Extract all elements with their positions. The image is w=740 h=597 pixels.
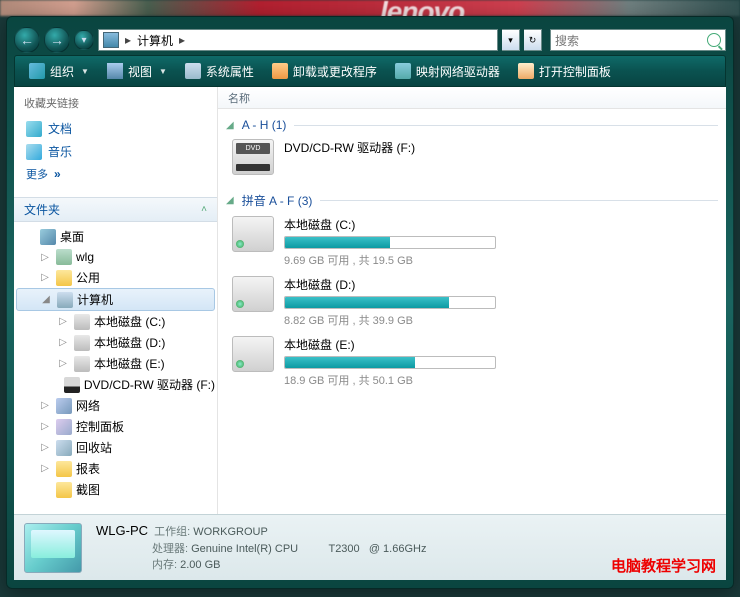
group-header-pinyin[interactable]: ◢拼音 A - F (3): [226, 189, 718, 212]
address-dropdown[interactable]: ▾: [502, 29, 520, 51]
favlink-more[interactable]: 更多»: [24, 163, 207, 185]
tree-recycle[interactable]: ▷回收站: [16, 437, 215, 458]
folders-header[interactable]: 文件夹˄: [14, 197, 217, 222]
details-name: WLG-PC: [96, 523, 148, 538]
capacity-bar: [284, 356, 496, 369]
history-dropdown[interactable]: ▾: [74, 30, 94, 50]
capacity-bar: [284, 236, 496, 249]
favlink-music[interactable]: 音乐: [24, 140, 207, 163]
disk-icon: [74, 356, 90, 372]
organize-button[interactable]: 组织▼: [21, 60, 97, 83]
favlinks-header: 收藏夹链接: [24, 95, 207, 111]
uninstall-icon: [272, 63, 288, 79]
tree-disk-e[interactable]: ▷本地磁盘 (E:): [16, 353, 215, 374]
dvd-icon: [64, 377, 80, 393]
tree-network[interactable]: ▷网络: [16, 395, 215, 416]
hdd-icon: [232, 336, 274, 372]
cpanel-icon: [56, 419, 72, 435]
user-icon: [56, 249, 72, 265]
favlink-docs[interactable]: 文档: [24, 117, 207, 140]
computer-large-icon: [24, 523, 82, 573]
drive-item[interactable]: 本地磁盘 (C:)9.69 GB 可用 , 共 19.5 GB: [230, 212, 498, 272]
organize-icon: [29, 63, 45, 79]
folder-icon: [56, 461, 72, 477]
hdd-icon: [232, 276, 274, 312]
uninstall-button[interactable]: 卸载或更改程序: [264, 60, 385, 83]
recycle-icon: [56, 440, 72, 456]
column-header-name[interactable]: 名称: [218, 87, 726, 109]
tree-cpanel[interactable]: ▷控制面板: [16, 416, 215, 437]
breadcrumb-computer[interactable]: 计算机: [133, 32, 177, 49]
details-pane: WLG-PC 工作组: WORKGROUP 处理器: Genuine Intel…: [14, 514, 726, 580]
disk-icon: [74, 335, 90, 351]
folder-tree: 桌面 ▷wlg ▷公用 ◢计算机 ▷本地磁盘 (C:) ▷本地磁盘 (D:) ▷…: [14, 222, 217, 514]
music-icon: [26, 144, 42, 160]
cpanel-button[interactable]: 打开控制面板: [510, 60, 619, 83]
sysprop-button[interactable]: 系统属性: [177, 60, 262, 83]
tree-dvd[interactable]: DVD/CD-RW 驱动器 (F:): [16, 374, 215, 395]
chevron-right-icon: »: [54, 167, 61, 181]
capacity-bar: [284, 296, 496, 309]
caret-up-icon: ˄: [201, 204, 207, 215]
computer-icon: [103, 32, 119, 48]
hdd-icon: [232, 216, 274, 252]
collapse-icon: ◢: [226, 120, 234, 131]
forward-button[interactable]: →: [44, 27, 70, 53]
chevron-right-icon[interactable]: ▸: [123, 33, 133, 47]
back-button[interactable]: ←: [14, 27, 40, 53]
watermark: 电脑教程学习网: [611, 555, 716, 576]
chevron-right-icon[interactable]: ▸: [177, 33, 187, 47]
netdrive-icon: [395, 63, 411, 79]
address-bar[interactable]: ▸ 计算机 ▸: [98, 29, 498, 51]
docs-icon: [26, 121, 42, 137]
tree-desktop[interactable]: 桌面: [16, 226, 215, 247]
views-button[interactable]: 视图▼: [99, 60, 175, 83]
properties-icon: [185, 63, 201, 79]
tree-user[interactable]: ▷wlg: [16, 247, 215, 267]
refresh-button[interactable]: ↻: [524, 29, 542, 51]
network-icon: [56, 398, 72, 414]
tree-computer[interactable]: ◢计算机: [16, 288, 215, 311]
folder-icon: [56, 482, 72, 498]
disk-icon: [74, 314, 90, 330]
computer-icon: [57, 292, 73, 308]
command-bar: 组织▼ 视图▼ 系统属性 卸载或更改程序 映射网络驱动器 打开控制面板: [14, 55, 726, 87]
netdrive-button[interactable]: 映射网络驱动器: [387, 60, 508, 83]
tree-public[interactable]: ▷公用: [16, 267, 215, 288]
tree-baobiao[interactable]: ▷报表: [16, 458, 215, 479]
drive-item[interactable]: 本地磁盘 (D:)8.82 GB 可用 , 共 39.9 GB: [230, 272, 498, 332]
dvd-drive-icon: [232, 139, 274, 175]
cpanel-icon: [518, 63, 534, 79]
titlebar: ← → ▾ ▸ 计算机 ▸ ▾ ↻ 搜索: [14, 25, 726, 55]
search-placeholder: 搜索: [555, 32, 579, 49]
search-input[interactable]: 搜索: [550, 29, 726, 51]
drive-dvd[interactable]: DVD/CD-RW 驱动器 (F:): [230, 135, 498, 179]
folder-icon: [56, 270, 72, 286]
drive-item[interactable]: 本地磁盘 (E:)18.9 GB 可用 , 共 50.1 GB: [230, 332, 498, 392]
views-icon: [107, 63, 123, 79]
group-header-ah[interactable]: ◢A - H (1): [226, 115, 718, 135]
search-icon: [707, 33, 721, 47]
desktop-icon: [40, 229, 56, 245]
collapse-icon: ◢: [226, 195, 234, 206]
tree-jietu[interactable]: 截图: [16, 479, 215, 500]
favorite-links: 收藏夹链接 文档 音乐 更多»: [14, 87, 217, 189]
tree-disk-d[interactable]: ▷本地磁盘 (D:): [16, 332, 215, 353]
window-frame: ← → ▾ ▸ 计算机 ▸ ▾ ↻ 搜索 组织▼ 视图▼ 系统属性 卸载或更改程…: [6, 16, 734, 589]
tree-disk-c[interactable]: ▷本地磁盘 (C:): [16, 311, 215, 332]
content-area: ◢A - H (1) DVD/CD-RW 驱动器 (F:) ◢拼音 A - F …: [218, 109, 726, 514]
